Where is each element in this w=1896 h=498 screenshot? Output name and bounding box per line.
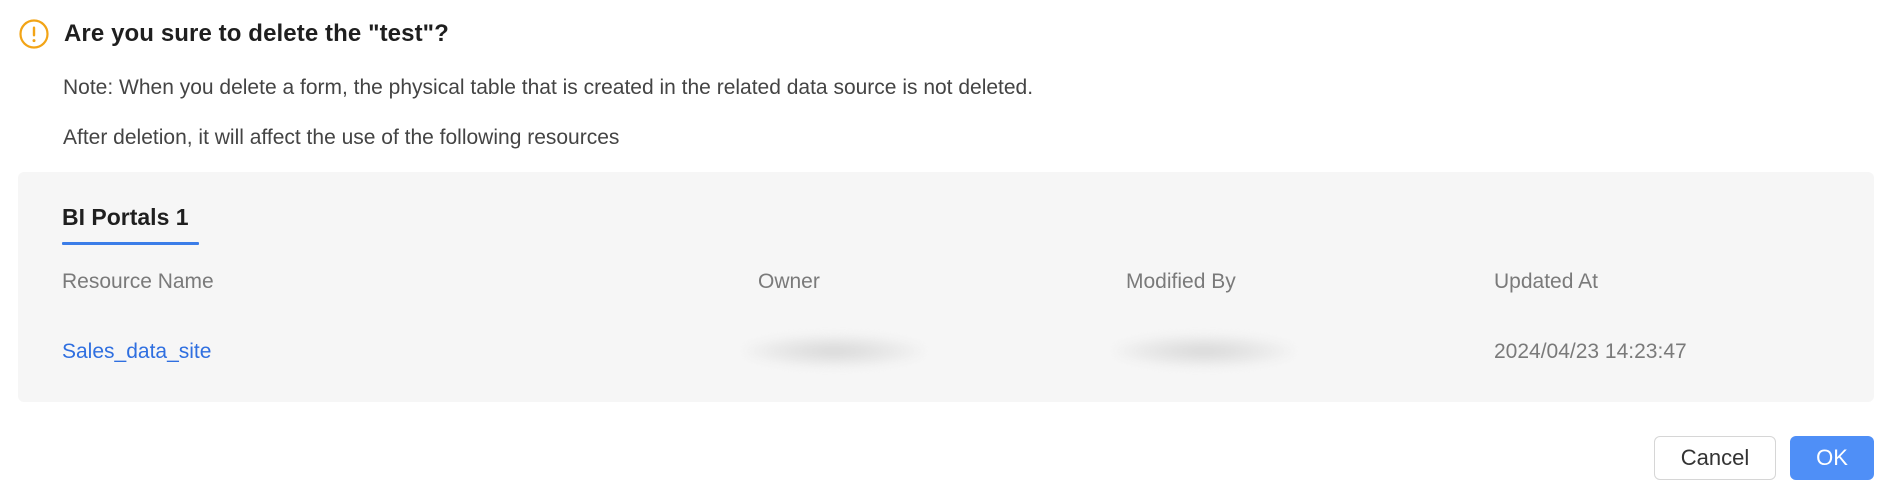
column-header-modified-by: Modified By <box>1126 270 1236 293</box>
dialog-title: Are you sure to delete the "test"? <box>64 20 449 47</box>
cancel-button[interactable]: Cancel <box>1654 436 1776 480</box>
active-tab-indicator <box>62 242 199 245</box>
resource-name-link[interactable]: Sales_data_site <box>62 340 211 364</box>
delete-confirm-dialog: Are you sure to delete the "test"? Note:… <box>0 0 1896 498</box>
affected-resources-panel: BI Portals 1 Resource Name Owner Modifie… <box>18 172 1874 402</box>
tab-bi-portals[interactable]: BI Portals 1 <box>62 204 189 241</box>
column-header-updated-at: Updated At <box>1494 270 1598 293</box>
owner-cell-redacted <box>744 334 924 368</box>
column-header-owner: Owner <box>758 270 820 293</box>
ok-button[interactable]: OK <box>1790 436 1874 480</box>
dialog-header: Are you sure to delete the "test"? <box>18 18 449 50</box>
updated-at-cell: 2024/04/23 14:23:47 <box>1494 340 1687 363</box>
column-header-resource-name: Resource Name <box>62 270 214 293</box>
affected-resources-text: After deletion, it will affect the use o… <box>63 126 620 149</box>
warning-icon <box>18 18 50 50</box>
deletion-note: Note: When you delete a form, the physic… <box>63 76 1034 99</box>
modified-by-cell-redacted <box>1114 334 1294 368</box>
